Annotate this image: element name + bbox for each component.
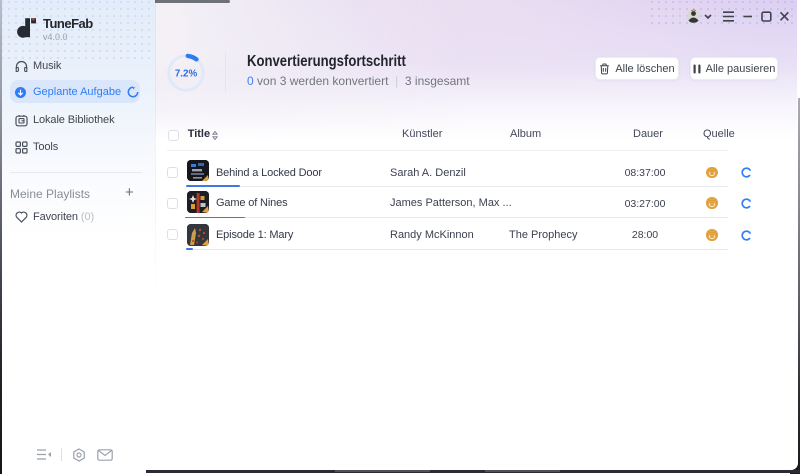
svg-text:7.2%: 7.2% — [175, 68, 198, 79]
